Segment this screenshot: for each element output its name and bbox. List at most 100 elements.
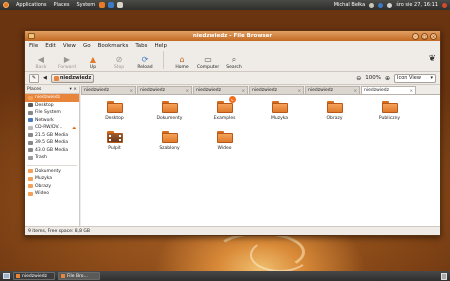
- maximize-icon[interactable]: □: [421, 32, 428, 40]
- file-item-muzyka[interactable]: Muzyka: [252, 101, 307, 131]
- back-button[interactable]: ◀ Back: [28, 54, 54, 70]
- home-button[interactable]: ⌂ Home: [169, 54, 195, 70]
- mail-launcher-icon[interactable]: [108, 2, 115, 8]
- folder-icon: [61, 274, 65, 278]
- firefox-launcher-icon[interactable]: [99, 2, 106, 8]
- desktop-icon: [28, 103, 33, 108]
- close-tab-icon[interactable]: ✕: [410, 88, 413, 93]
- sidebar-item-media-3[interactable]: 43.0 GB Media: [25, 147, 79, 155]
- close-tab-icon[interactable]: ✕: [130, 88, 133, 93]
- tab-niedzwiedz-active[interactable]: niedzwiedz ✕: [361, 86, 416, 94]
- file-item-szablony[interactable]: Szablony: [142, 131, 197, 161]
- file-item-pulpit[interactable]: Pulpit: [87, 131, 142, 161]
- close-tab-icon[interactable]: ✕: [242, 88, 245, 93]
- folder-icon: [216, 131, 233, 143]
- sidebar-item-media-2[interactable]: 39.5 GB Media: [25, 139, 79, 147]
- file-item-dokumenty[interactable]: Dokumenty: [142, 101, 197, 131]
- menu-go[interactable]: Go: [83, 43, 91, 49]
- breadcrumb-left-arrow-icon[interactable]: ◀: [43, 75, 47, 81]
- harddisk-icon: [28, 140, 33, 145]
- bluetooth-icon[interactable]: [378, 2, 384, 8]
- folder-icon: [28, 169, 33, 174]
- reload-button[interactable]: ⟳ Reload: [132, 54, 158, 70]
- taskbar-item-niedzwiedz[interactable]: niedzwiedz: [13, 272, 55, 280]
- network-icon: [28, 118, 33, 123]
- eject-icon[interactable]: ⏏: [72, 125, 76, 130]
- menu-places[interactable]: Places: [54, 2, 70, 8]
- minimize-icon[interactable]: –: [412, 32, 419, 40]
- computer-button[interactable]: ▭ Computer: [195, 54, 221, 70]
- taskbar-item-file-browser[interactable]: File Bro...: [58, 272, 100, 280]
- menu-view[interactable]: View: [63, 43, 76, 49]
- help-launcher-icon[interactable]: [117, 2, 124, 8]
- folder-icon: [326, 101, 343, 113]
- stop-button[interactable]: ⊘ Stop: [106, 54, 132, 70]
- menu-tabs[interactable]: Tabs: [135, 43, 147, 49]
- tab-bar: niedzwiedz ✕ niedzwiedz ✕ niedzwiedz ✕ nied…: [81, 86, 440, 94]
- close-tab-icon[interactable]: ✕: [186, 88, 189, 93]
- zoom-level: 100%: [365, 75, 381, 81]
- harddisk-icon: [28, 133, 33, 138]
- sidebar-header[interactable]: Places ▾ ×: [25, 86, 79, 94]
- wallpaper-swirl: [250, 238, 310, 272]
- network-icon[interactable]: [369, 2, 375, 8]
- volume-icon[interactable]: [387, 2, 393, 8]
- menu-system[interactable]: System: [76, 2, 95, 8]
- menu-help[interactable]: Help: [155, 43, 168, 49]
- show-desktop-icon[interactable]: [3, 273, 10, 279]
- folder-icon: [28, 191, 33, 196]
- search-button[interactable]: ⌕ Search: [221, 54, 247, 70]
- window-titlebar[interactable]: niedzwiedz - File Browser – □ ×: [25, 31, 440, 41]
- chevron-down-icon: ▾: [430, 75, 433, 81]
- file-item-examples[interactable]: ⤷ Examples: [197, 96, 252, 131]
- sidebar-item-obrazy[interactable]: Obrazy: [25, 183, 79, 191]
- tab-niedzwiedz[interactable]: niedzwiedz ✕: [305, 86, 360, 94]
- folder-icon: [28, 184, 33, 189]
- power-icon[interactable]: [442, 2, 447, 8]
- up-button[interactable]: ▲ Up: [80, 54, 106, 70]
- location-bar: ✎ ◀ niedzwiedz ⊖ 100% ⊕ Icon View ▾: [25, 72, 440, 85]
- computer-icon: ▭: [204, 55, 212, 64]
- menu-applications[interactable]: Applications: [16, 2, 47, 8]
- file-item-wideo[interactable]: Wideo: [197, 131, 252, 161]
- folder-icon: [161, 131, 178, 143]
- clock[interactable]: śro sie 27, 16:11: [396, 2, 438, 8]
- tab-niedzwiedz[interactable]: niedzwiedz ✕: [81, 86, 136, 94]
- home-icon: ⌂: [179, 55, 185, 64]
- location-toggle-button[interactable]: ✎: [29, 73, 39, 83]
- sidebar-item-home[interactable]: niedzwiedz: [25, 94, 79, 102]
- status-text: 9 items, Free space: 8,8 GB: [28, 228, 90, 234]
- tab-niedzwiedz[interactable]: niedzwiedz ✕: [249, 86, 304, 94]
- menu-file[interactable]: File: [29, 43, 38, 49]
- forward-button[interactable]: ▶ Forward: [54, 54, 80, 70]
- tab-niedzwiedz[interactable]: niedzwiedz ✕: [137, 86, 192, 94]
- view-mode-select[interactable]: Icon View ▾: [394, 73, 436, 83]
- file-view[interactable]: Desktop Dokumenty ⤷ Examples Muzyka Obra…: [81, 94, 440, 228]
- sidebar-item-dokumenty[interactable]: Dokumenty: [25, 168, 79, 176]
- file-item-desktop[interactable]: Desktop: [87, 101, 142, 131]
- zoom-out-icon[interactable]: ⊖: [356, 75, 361, 82]
- breadcrumb-niedzwiedz[interactable]: niedzwiedz: [50, 73, 95, 83]
- tab-niedzwiedz[interactable]: niedzwiedz ✕: [193, 86, 248, 94]
- zoom-in-icon[interactable]: ⊕: [385, 75, 390, 82]
- sidebar-item-file-system[interactable]: File System: [25, 109, 79, 117]
- sidebar-item-desktop[interactable]: Desktop: [25, 102, 79, 110]
- close-tab-icon[interactable]: ✕: [298, 88, 301, 93]
- sidebar-item-network[interactable]: Network: [25, 117, 79, 125]
- sidebar-item-wideo[interactable]: Wideo: [25, 190, 79, 198]
- sidebar-item-trash[interactable]: Trash: [25, 154, 79, 162]
- harddisk-icon: [28, 110, 33, 115]
- trash-icon[interactable]: [441, 272, 447, 280]
- sidebar-item-muzyka[interactable]: Muzyka: [25, 175, 79, 183]
- sidebar-item-media-1[interactable]: 21.5 GB Media: [25, 132, 79, 140]
- close-tab-icon[interactable]: ✕: [354, 88, 357, 93]
- sidebar-item-cdrw[interactable]: CD-RW/DV... ⏏: [25, 124, 79, 132]
- file-item-publiczny[interactable]: Publiczny: [362, 101, 417, 131]
- menu-edit[interactable]: Edit: [45, 43, 56, 49]
- user-name[interactable]: Michal Bełka: [334, 2, 365, 8]
- menu-bookmarks[interactable]: Bookmarks: [98, 43, 129, 49]
- file-item-obrazy[interactable]: Obrazy: [307, 101, 362, 131]
- top-panel: Applications Places System Michal Bełka …: [0, 0, 450, 10]
- window-title: niedzwiedz - File Browser: [192, 33, 273, 39]
- close-icon[interactable]: ×: [430, 32, 437, 40]
